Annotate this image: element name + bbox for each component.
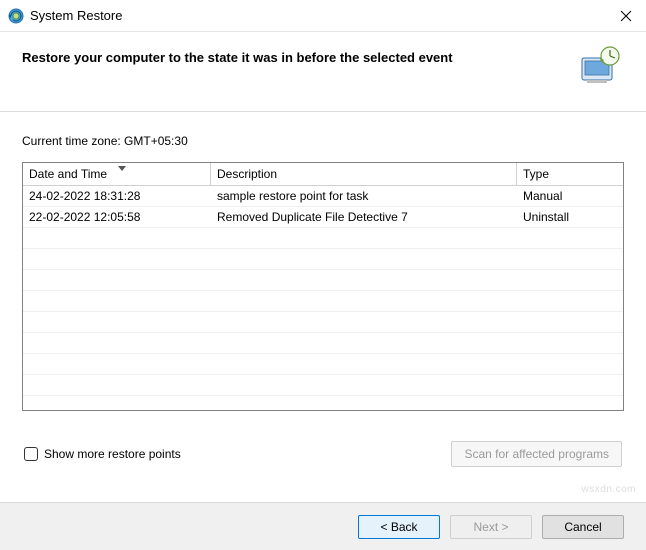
cell-description: sample restore point for task	[211, 189, 517, 203]
column-header-type-label: Type	[523, 167, 549, 181]
next-button: Next >	[450, 515, 532, 539]
table-row[interactable]	[23, 291, 623, 312]
back-button[interactable]: < Back	[358, 515, 440, 539]
wizard-footer: < Back Next > Cancel	[0, 502, 646, 550]
table-header: Date and Time Description Type	[23, 163, 623, 186]
column-header-date[interactable]: Date and Time	[23, 163, 211, 186]
close-button[interactable]	[606, 2, 646, 30]
below-table-row: Show more restore points Scan for affect…	[22, 441, 624, 467]
wizard-header: Restore your computer to the state it wa…	[0, 32, 646, 111]
show-more-checkbox[interactable]	[24, 447, 38, 461]
column-header-type[interactable]: Type	[517, 163, 623, 186]
restore-hero-icon	[578, 44, 622, 89]
show-more-checkbox-row[interactable]: Show more restore points	[24, 447, 181, 461]
table-row[interactable]	[23, 312, 623, 333]
column-header-date-label: Date and Time	[29, 167, 107, 181]
sort-indicator-icon	[118, 161, 126, 175]
system-restore-icon	[8, 8, 24, 24]
titlebar-left: System Restore	[8, 8, 122, 24]
content-area: Current time zone: GMT+05:30 Date and Ti…	[0, 112, 646, 477]
scan-affected-button: Scan for affected programs	[451, 441, 622, 467]
watermark: wsxdn.com	[581, 484, 636, 495]
table-row[interactable]	[23, 270, 623, 291]
column-header-description[interactable]: Description	[211, 163, 517, 186]
timezone-label: Current time zone: GMT+05:30	[22, 134, 624, 148]
window-title: System Restore	[30, 8, 122, 23]
table-row[interactable]	[23, 228, 623, 249]
table-row[interactable]	[23, 333, 623, 354]
table-body: 24-02-2022 18:31:28 sample restore point…	[23, 186, 623, 410]
cancel-button[interactable]: Cancel	[542, 515, 624, 539]
cell-date: 24-02-2022 18:31:28	[23, 189, 211, 203]
table-row[interactable]: 22-02-2022 12:05:58 Removed Duplicate Fi…	[23, 207, 623, 228]
table-row[interactable]	[23, 375, 623, 396]
table-row[interactable]	[23, 249, 623, 270]
restore-points-table: Date and Time Description Type 24-02-202…	[22, 162, 624, 411]
cell-type: Uninstall	[517, 210, 623, 224]
titlebar: System Restore	[0, 0, 646, 32]
cell-type: Manual	[517, 189, 623, 203]
cell-description: Removed Duplicate File Detective 7	[211, 210, 517, 224]
table-row[interactable]: 24-02-2022 18:31:28 sample restore point…	[23, 186, 623, 207]
show-more-label: Show more restore points	[44, 447, 181, 461]
table-row[interactable]	[23, 354, 623, 375]
column-header-description-label: Description	[217, 167, 277, 181]
header-text: Restore your computer to the state it wa…	[22, 50, 453, 65]
close-icon	[620, 10, 632, 22]
cell-date: 22-02-2022 12:05:58	[23, 210, 211, 224]
